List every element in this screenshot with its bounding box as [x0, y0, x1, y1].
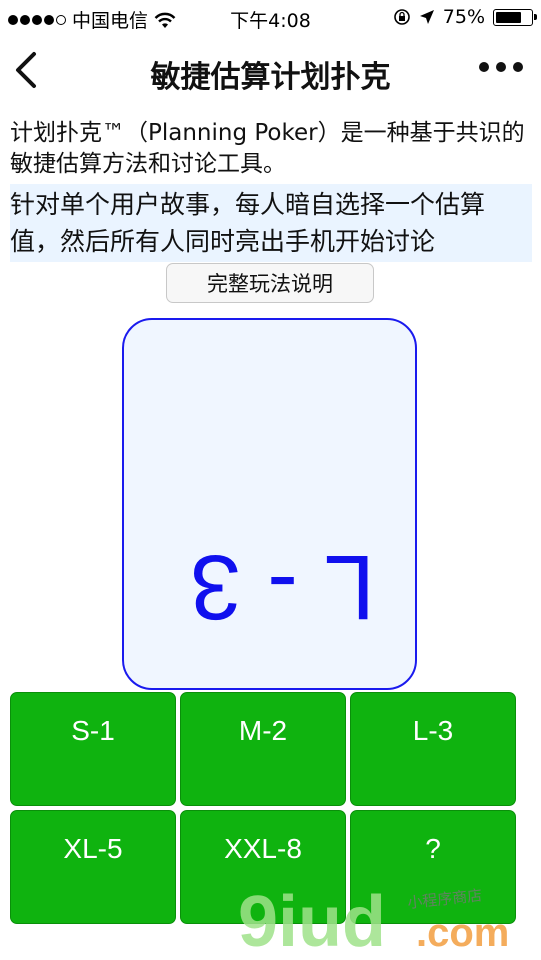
estimate-card[interactable]: L-3 [122, 318, 417, 690]
estimate-button-m2[interactable]: M-2 [180, 692, 346, 806]
estimate-button-xxl8[interactable]: XXL-8 [180, 810, 346, 924]
card-value: L-3 [164, 536, 375, 638]
rotation-lock-icon [393, 9, 410, 25]
navigation-bar: 敏捷估算计划扑克 [0, 36, 541, 106]
more-dot-icon [513, 62, 523, 72]
more-dot-icon [479, 62, 489, 72]
rules-button-label: 完整玩法说明 [207, 272, 333, 296]
instruction-text: 针对单个用户故事，每人暗自选择一个估算值，然后所有人同时亮出手机开始讨论 [10, 184, 532, 262]
battery-icon [493, 8, 537, 26]
more-options-button[interactable] [479, 62, 523, 72]
battery-percent: 75% [442, 6, 485, 28]
more-dot-icon [496, 62, 506, 72]
estimate-button-s1[interactable]: S-1 [10, 692, 176, 806]
status-bar: 中国电信 下午4:08 75% [0, 0, 541, 36]
estimate-button-xl5[interactable]: XL-5 [10, 810, 176, 924]
location-arrow-icon [419, 10, 434, 24]
page-title: 敏捷估算计划扑克 [150, 60, 391, 95]
estimate-button-unknown[interactable]: ? [350, 810, 516, 924]
rules-button[interactable]: 完整玩法说明 [166, 263, 374, 303]
intro-description: 计划扑克™（Planning Poker）是一种基于共识的敏捷估算方法和讨论工具… [10, 120, 525, 177]
estimate-button-l3[interactable]: L-3 [350, 692, 516, 806]
estimate-button-grid: S-1 M-2 L-3 XL-5 XXL-8 ? [10, 692, 516, 924]
